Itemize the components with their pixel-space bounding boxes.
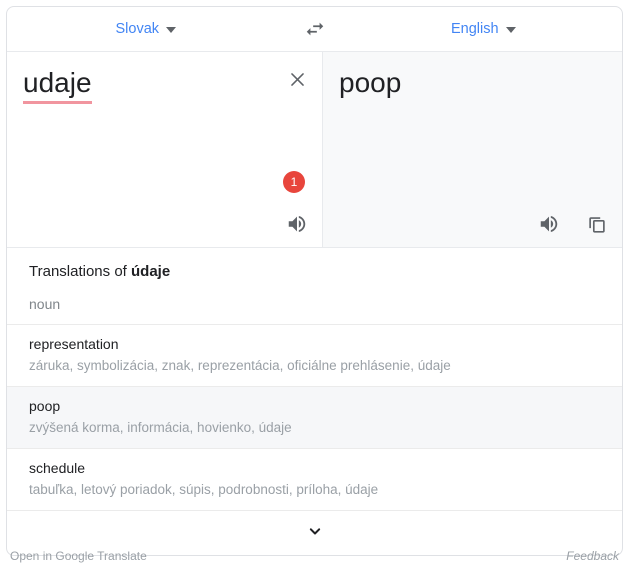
- table-row[interactable]: poop zvýšená korma, informácia, hovienko…: [7, 386, 622, 448]
- source-pane-actions: [284, 211, 310, 237]
- swap-languages-cell: [285, 18, 345, 40]
- table-row[interactable]: schedule tabuľka, letový poriadok, súpis…: [7, 448, 622, 510]
- clear-source-button[interactable]: [284, 66, 310, 92]
- open-in-google-translate-link[interactable]: Open in Google Translate: [10, 549, 147, 563]
- source-pane: udaje 1: [7, 52, 323, 247]
- text-panes: udaje 1 poop: [7, 52, 622, 248]
- translations-block: Translations of údaje noun representatio…: [7, 248, 622, 555]
- source-text-input[interactable]: udaje: [23, 66, 92, 104]
- translation-synonyms: tabuľka, letový poriadok, súpis, podrobn…: [29, 482, 379, 497]
- copy-icon[interactable]: [584, 211, 610, 237]
- target-language-label: English: [450, 21, 499, 37]
- table-row[interactable]: representation záruka, symbolizácia, zna…: [7, 324, 622, 386]
- volume-up-icon[interactable]: [536, 211, 562, 237]
- target-language-cell: English: [345, 18, 623, 40]
- translation-synonyms: zvýšená korma, informácia, hovienko, úda…: [29, 420, 292, 435]
- target-text: poop: [339, 67, 402, 98]
- language-bar: Slovak English: [7, 7, 622, 52]
- translation-word: schedule: [29, 460, 86, 476]
- suggestion-count-badge[interactable]: 1: [283, 171, 305, 193]
- translations-header-word: údaje: [131, 263, 171, 280]
- volume-up-icon[interactable]: [284, 211, 310, 237]
- translations-header: Translations of údaje: [7, 248, 622, 294]
- chevron-down-icon: [166, 27, 177, 33]
- source-language-selector[interactable]: Slovak: [111, 18, 180, 40]
- translation-word: poop: [29, 398, 61, 414]
- source-language-cell: Slovak: [7, 18, 285, 40]
- chevron-down-icon: [305, 521, 325, 546]
- translations-header-prefix: Translations of: [29, 263, 131, 280]
- translation-word: representation: [29, 336, 119, 352]
- part-of-speech-label: noun: [29, 296, 61, 312]
- swap-horizontal-icon[interactable]: [304, 18, 326, 40]
- footer: Open in Google Translate Feedback: [0, 546, 629, 566]
- target-pane: poop: [323, 52, 622, 247]
- source-language-label: Slovak: [115, 21, 160, 37]
- translation-synonyms: záruka, symbolizácia, znak, reprezentáci…: [29, 358, 451, 373]
- feedback-link[interactable]: Feedback: [566, 549, 619, 563]
- target-language-selector[interactable]: English: [447, 18, 520, 40]
- chevron-down-icon: [505, 27, 516, 33]
- translate-widget: Slovak English udaje 1 poop Translations…: [6, 6, 623, 556]
- target-pane-actions: [536, 211, 610, 237]
